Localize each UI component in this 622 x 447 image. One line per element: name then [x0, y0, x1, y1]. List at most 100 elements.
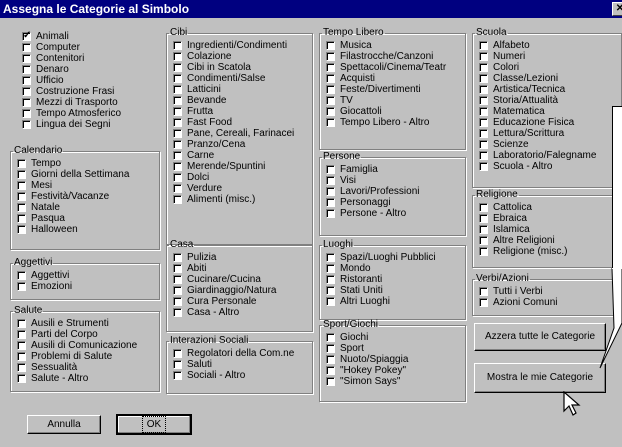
- category-checkbox-item[interactable]: Lingua dei Segni: [22, 119, 152, 130]
- category-checkbox-item[interactable]: Giocattoli: [326, 106, 465, 117]
- category-checkbox-item[interactable]: Denaro: [22, 64, 152, 75]
- checkbox[interactable]: [173, 96, 182, 105]
- category-checkbox-item[interactable]: Scuola - Altro: [479, 161, 621, 172]
- category-checkbox-item[interactable]: Casa - Altro: [173, 307, 312, 318]
- checkbox[interactable]: [479, 236, 488, 245]
- checkbox[interactable]: [173, 151, 182, 160]
- category-checkbox-item[interactable]: Ufficio: [22, 75, 152, 86]
- checkbox[interactable]: [326, 253, 335, 262]
- category-checkbox-item[interactable]: Sociali - Altro: [173, 370, 312, 381]
- category-checkbox-item[interactable]: Giardinaggio/Natura: [173, 285, 312, 296]
- category-checkbox-item[interactable]: Cucinare/Cucina: [173, 274, 312, 285]
- category-checkbox-item[interactable]: Parti del Corpo: [17, 329, 159, 340]
- checkbox[interactable]: [173, 107, 182, 116]
- category-checkbox-item[interactable]: Nuoto/Spiaggia: [326, 354, 465, 365]
- category-checkbox-item[interactable]: Artistica/Tecnica: [479, 84, 621, 95]
- checkbox[interactable]: [17, 363, 26, 372]
- category-checkbox-item[interactable]: Religione (misc.): [479, 246, 621, 257]
- category-checkbox-item[interactable]: Mezzi di Trasporto: [22, 97, 152, 108]
- checkbox[interactable]: [326, 63, 335, 72]
- checkbox[interactable]: [17, 330, 26, 339]
- category-checkbox-item[interactable]: Cibi in Scatola: [173, 62, 312, 73]
- category-checkbox-item[interactable]: Carne: [173, 150, 312, 161]
- checkbox[interactable]: [173, 253, 182, 262]
- checkbox[interactable]: [479, 74, 488, 83]
- checkbox[interactable]: [326, 74, 335, 83]
- category-checkbox-item[interactable]: Ausili di Comunicazione: [17, 340, 159, 351]
- checkbox[interactable]: [326, 187, 335, 196]
- checkbox[interactable]: [173, 349, 182, 358]
- category-checkbox-item[interactable]: Sport: [326, 343, 465, 354]
- checkbox[interactable]: [173, 264, 182, 273]
- category-checkbox-item[interactable]: Contenitori: [22, 53, 152, 64]
- category-checkbox-item[interactable]: Colori: [479, 62, 621, 73]
- checkbox[interactable]: [17, 352, 26, 361]
- category-checkbox-item[interactable]: Fast Food: [173, 117, 312, 128]
- checkbox[interactable]: [326, 286, 335, 295]
- checkbox[interactable]: [326, 85, 335, 94]
- checkbox[interactable]: [22, 31, 31, 41]
- category-checkbox-item[interactable]: "Hokey Pokey": [326, 365, 465, 376]
- checkbox[interactable]: [326, 264, 335, 273]
- checkbox[interactable]: [173, 371, 182, 380]
- category-checkbox-item[interactable]: Ebraica: [479, 213, 621, 224]
- category-checkbox-item[interactable]: Costruzione Frasi: [22, 86, 152, 97]
- checkbox[interactable]: [479, 214, 488, 223]
- category-checkbox-item[interactable]: Natale: [17, 202, 159, 213]
- close-icon[interactable]: ✕: [612, 2, 622, 16]
- checkbox[interactable]: [326, 333, 335, 342]
- category-checkbox-item[interactable]: Giochi: [326, 332, 465, 343]
- category-checkbox-item[interactable]: Pasqua: [17, 213, 159, 224]
- checkbox[interactable]: [173, 52, 182, 61]
- category-checkbox-item[interactable]: Laboratorio/Falegname: [479, 150, 621, 161]
- checkbox[interactable]: [17, 192, 26, 201]
- checkbox[interactable]: [22, 54, 31, 63]
- checkbox[interactable]: [479, 247, 488, 256]
- category-checkbox-item[interactable]: Altre Religioni: [479, 235, 621, 246]
- category-checkbox-item[interactable]: Ingredienti/Condimenti: [173, 40, 312, 51]
- category-checkbox-item[interactable]: Animali: [22, 31, 152, 42]
- checkbox[interactable]: [326, 165, 335, 174]
- category-checkbox-item[interactable]: Matematica: [479, 106, 621, 117]
- category-checkbox-item[interactable]: Verdure: [173, 183, 312, 194]
- checkbox[interactable]: [479, 162, 488, 171]
- category-checkbox-item[interactable]: Visi: [326, 175, 465, 186]
- checkbox[interactable]: [326, 52, 335, 61]
- checkbox[interactable]: [173, 195, 182, 204]
- checkbox[interactable]: [479, 63, 488, 72]
- category-checkbox-item[interactable]: Giorni della Settimana: [17, 169, 159, 180]
- category-checkbox-item[interactable]: Persone - Altro: [326, 208, 465, 219]
- category-checkbox-item[interactable]: Stati Uniti: [326, 285, 465, 296]
- checkbox[interactable]: [479, 107, 488, 116]
- checkbox[interactable]: [326, 209, 335, 218]
- category-checkbox-item[interactable]: Storia/Attualità: [479, 95, 621, 106]
- checkbox[interactable]: [479, 41, 488, 50]
- cancel-button[interactable]: Annulla: [27, 415, 101, 434]
- checkbox[interactable]: [326, 176, 335, 185]
- category-checkbox-item[interactable]: Aggettivi: [17, 270, 159, 281]
- checkbox[interactable]: [173, 41, 182, 50]
- category-checkbox-item[interactable]: Frutta: [173, 106, 312, 117]
- category-checkbox-item[interactable]: Personaggi: [326, 197, 465, 208]
- checkbox[interactable]: [479, 96, 488, 105]
- checkbox[interactable]: [17, 214, 26, 223]
- checkbox[interactable]: [479, 85, 488, 94]
- category-checkbox-item[interactable]: Dolci: [173, 172, 312, 183]
- checkbox[interactable]: [173, 85, 182, 94]
- checkbox[interactable]: [326, 344, 335, 353]
- checkbox[interactable]: [326, 355, 335, 364]
- checkbox[interactable]: [173, 129, 182, 138]
- category-checkbox-item[interactable]: Halloween: [17, 224, 159, 235]
- checkbox[interactable]: [326, 198, 335, 207]
- category-checkbox-item[interactable]: Pulizia: [173, 252, 312, 263]
- category-checkbox-item[interactable]: Spazi/Luoghi Pubblici: [326, 252, 465, 263]
- checkbox[interactable]: [22, 65, 31, 74]
- checkbox[interactable]: [17, 159, 26, 168]
- category-checkbox-item[interactable]: TV: [326, 95, 465, 106]
- category-checkbox-item[interactable]: Saluti: [173, 359, 312, 370]
- category-checkbox-item[interactable]: Abiti: [173, 263, 312, 274]
- checkbox[interactable]: [173, 173, 182, 182]
- category-checkbox-item[interactable]: Condimenti/Salse: [173, 73, 312, 84]
- category-checkbox-item[interactable]: Cura Personale: [173, 296, 312, 307]
- category-checkbox-item[interactable]: Feste/Divertimenti: [326, 84, 465, 95]
